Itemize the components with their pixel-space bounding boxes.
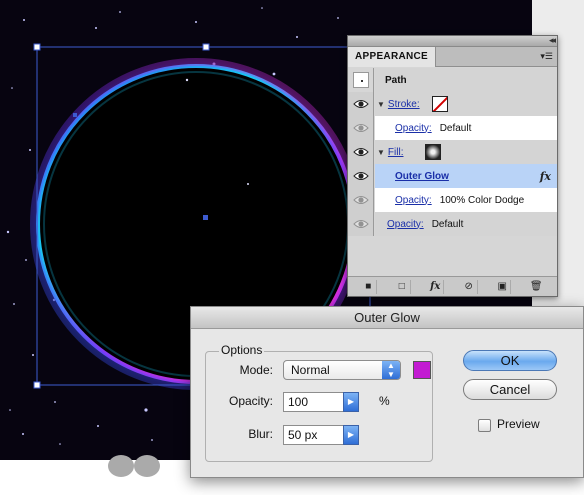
fill-swatch-gradient[interactable]: [425, 144, 442, 160]
row-body: Opacity: 100% Color Dodge: [375, 188, 557, 212]
double-chevron-left-icon[interactable]: ◂◂: [549, 35, 556, 46]
mode-value: Normal: [291, 363, 330, 377]
row-body: Opacity: Default: [375, 116, 557, 140]
row-body: ▼ Stroke:: [375, 92, 557, 116]
path-thumbnail-icon: [352, 72, 369, 88]
opacity-value: Default: [439, 122, 472, 134]
opacity-label[interactable]: Opacity:: [395, 195, 432, 206]
outer-glow-dialog: Outer Glow Options Mode: Normal ▲ ▼ Opaci…: [190, 306, 584, 478]
ok-button[interactable]: OK: [463, 350, 557, 371]
blur-field[interactable]: 50 px ▶: [283, 425, 359, 445]
preview-label[interactable]: Preview: [497, 417, 540, 431]
blur-value: 50 px: [288, 428, 318, 442]
add-new-fill-icon[interactable]: □: [394, 279, 411, 294]
row-body: ▼ Fill:: [375, 140, 557, 164]
appearance-row-fill[interactable]: ▼ Fill:: [348, 140, 557, 164]
opacity-label[interactable]: Opacity:: [395, 123, 432, 134]
row-body: Path: [375, 68, 557, 92]
eye-icon[interactable]: [352, 96, 369, 112]
outer-glow-effect-link[interactable]: Outer Glow: [395, 171, 449, 182]
stroke-swatch-none[interactable]: [431, 96, 448, 112]
fx-icon[interactable]: fx: [540, 170, 551, 183]
pasteboard-shape: [108, 455, 134, 477]
visibility-toggle[interactable]: [348, 116, 374, 140]
eye-icon[interactable]: [352, 192, 369, 208]
stroke-label[interactable]: Stroke:: [388, 99, 420, 110]
fill-label[interactable]: Fill:: [388, 147, 404, 158]
dialog-title: Outer Glow: [191, 307, 583, 329]
eye-icon[interactable]: [352, 144, 369, 160]
appearance-panel: ◂◂ APPEARANCE ▾☰ Path ▼ Stroke: Opacity:…: [347, 35, 558, 297]
stepper-arrow-icon[interactable]: ▶: [343, 425, 359, 445]
eye-icon[interactable]: [352, 120, 369, 136]
opacity-field[interactable]: 100 ▶: [283, 392, 359, 412]
clear-appearance-icon[interactable]: ⊘: [461, 279, 478, 294]
disclosure-triangle-icon[interactable]: ▼: [377, 148, 385, 157]
visibility-toggle[interactable]: [348, 188, 374, 212]
tab-appearance[interactable]: APPEARANCE: [348, 47, 437, 67]
eye-icon[interactable]: [352, 168, 369, 184]
add-new-stroke-icon[interactable]: ■: [360, 279, 378, 294]
preview-checkbox[interactable]: [478, 419, 491, 432]
delete-item-icon[interactable]: 🗑: [528, 280, 545, 294]
blur-label: Blur:: [248, 427, 273, 441]
opacity-label: Opacity:: [228, 394, 273, 408]
visibility-toggle[interactable]: [348, 164, 374, 188]
appearance-row-outer-glow[interactable]: Outer Glow fx: [348, 164, 557, 188]
options-group-label: Options: [219, 343, 265, 357]
mode-label: Mode:: [239, 363, 273, 377]
duplicate-item-icon[interactable]: ▣: [494, 279, 512, 294]
visibility-toggle[interactable]: [348, 140, 374, 164]
pasteboard-shape: [134, 455, 160, 477]
panel-menu-icon[interactable]: ▾☰: [540, 51, 553, 62]
visibility-toggle[interactable]: [348, 92, 374, 116]
row-body: Outer Glow fx: [375, 164, 557, 188]
thumbnail-cell: [348, 68, 374, 92]
opacity-unit: %: [379, 394, 390, 408]
appearance-row-opacity[interactable]: Opacity: 100% Color Dodge: [348, 188, 557, 212]
add-new-effect-icon[interactable]: fx: [427, 279, 445, 294]
opacity-label[interactable]: Opacity:: [387, 219, 424, 230]
visibility-toggle[interactable]: [348, 212, 374, 236]
row-body: Opacity: Default: [375, 212, 557, 236]
panel-titlebar[interactable]: ◂◂: [348, 35, 557, 47]
path-label: Path: [385, 74, 407, 86]
appearance-row-object-opacity[interactable]: Opacity: Default: [348, 212, 557, 236]
appearance-row-opacity[interactable]: Opacity: Default: [348, 116, 557, 140]
stepper-arrow-icon[interactable]: ▶: [343, 392, 359, 412]
panel-footer-toolbar: ■ □ fx ⊘ ▣ 🗑: [348, 276, 557, 296]
cancel-button[interactable]: Cancel: [463, 379, 557, 400]
mode-select[interactable]: Normal ▲ ▼: [283, 360, 401, 380]
appearance-row-path[interactable]: Path: [348, 68, 557, 92]
appearance-row-stroke[interactable]: ▼ Stroke:: [348, 92, 557, 116]
glow-color-swatch[interactable]: [413, 361, 431, 379]
opacity-value: 100: [288, 395, 309, 409]
select-arrows-icon[interactable]: ▲ ▼: [382, 361, 400, 379]
opacity-value: Default: [431, 218, 464, 230]
eye-icon[interactable]: [352, 216, 369, 232]
panel-tab-row: APPEARANCE ▾☰: [348, 47, 557, 67]
disclosure-triangle-icon[interactable]: ▼: [377, 100, 385, 109]
opacity-value: 100% Color Dodge: [439, 194, 525, 206]
